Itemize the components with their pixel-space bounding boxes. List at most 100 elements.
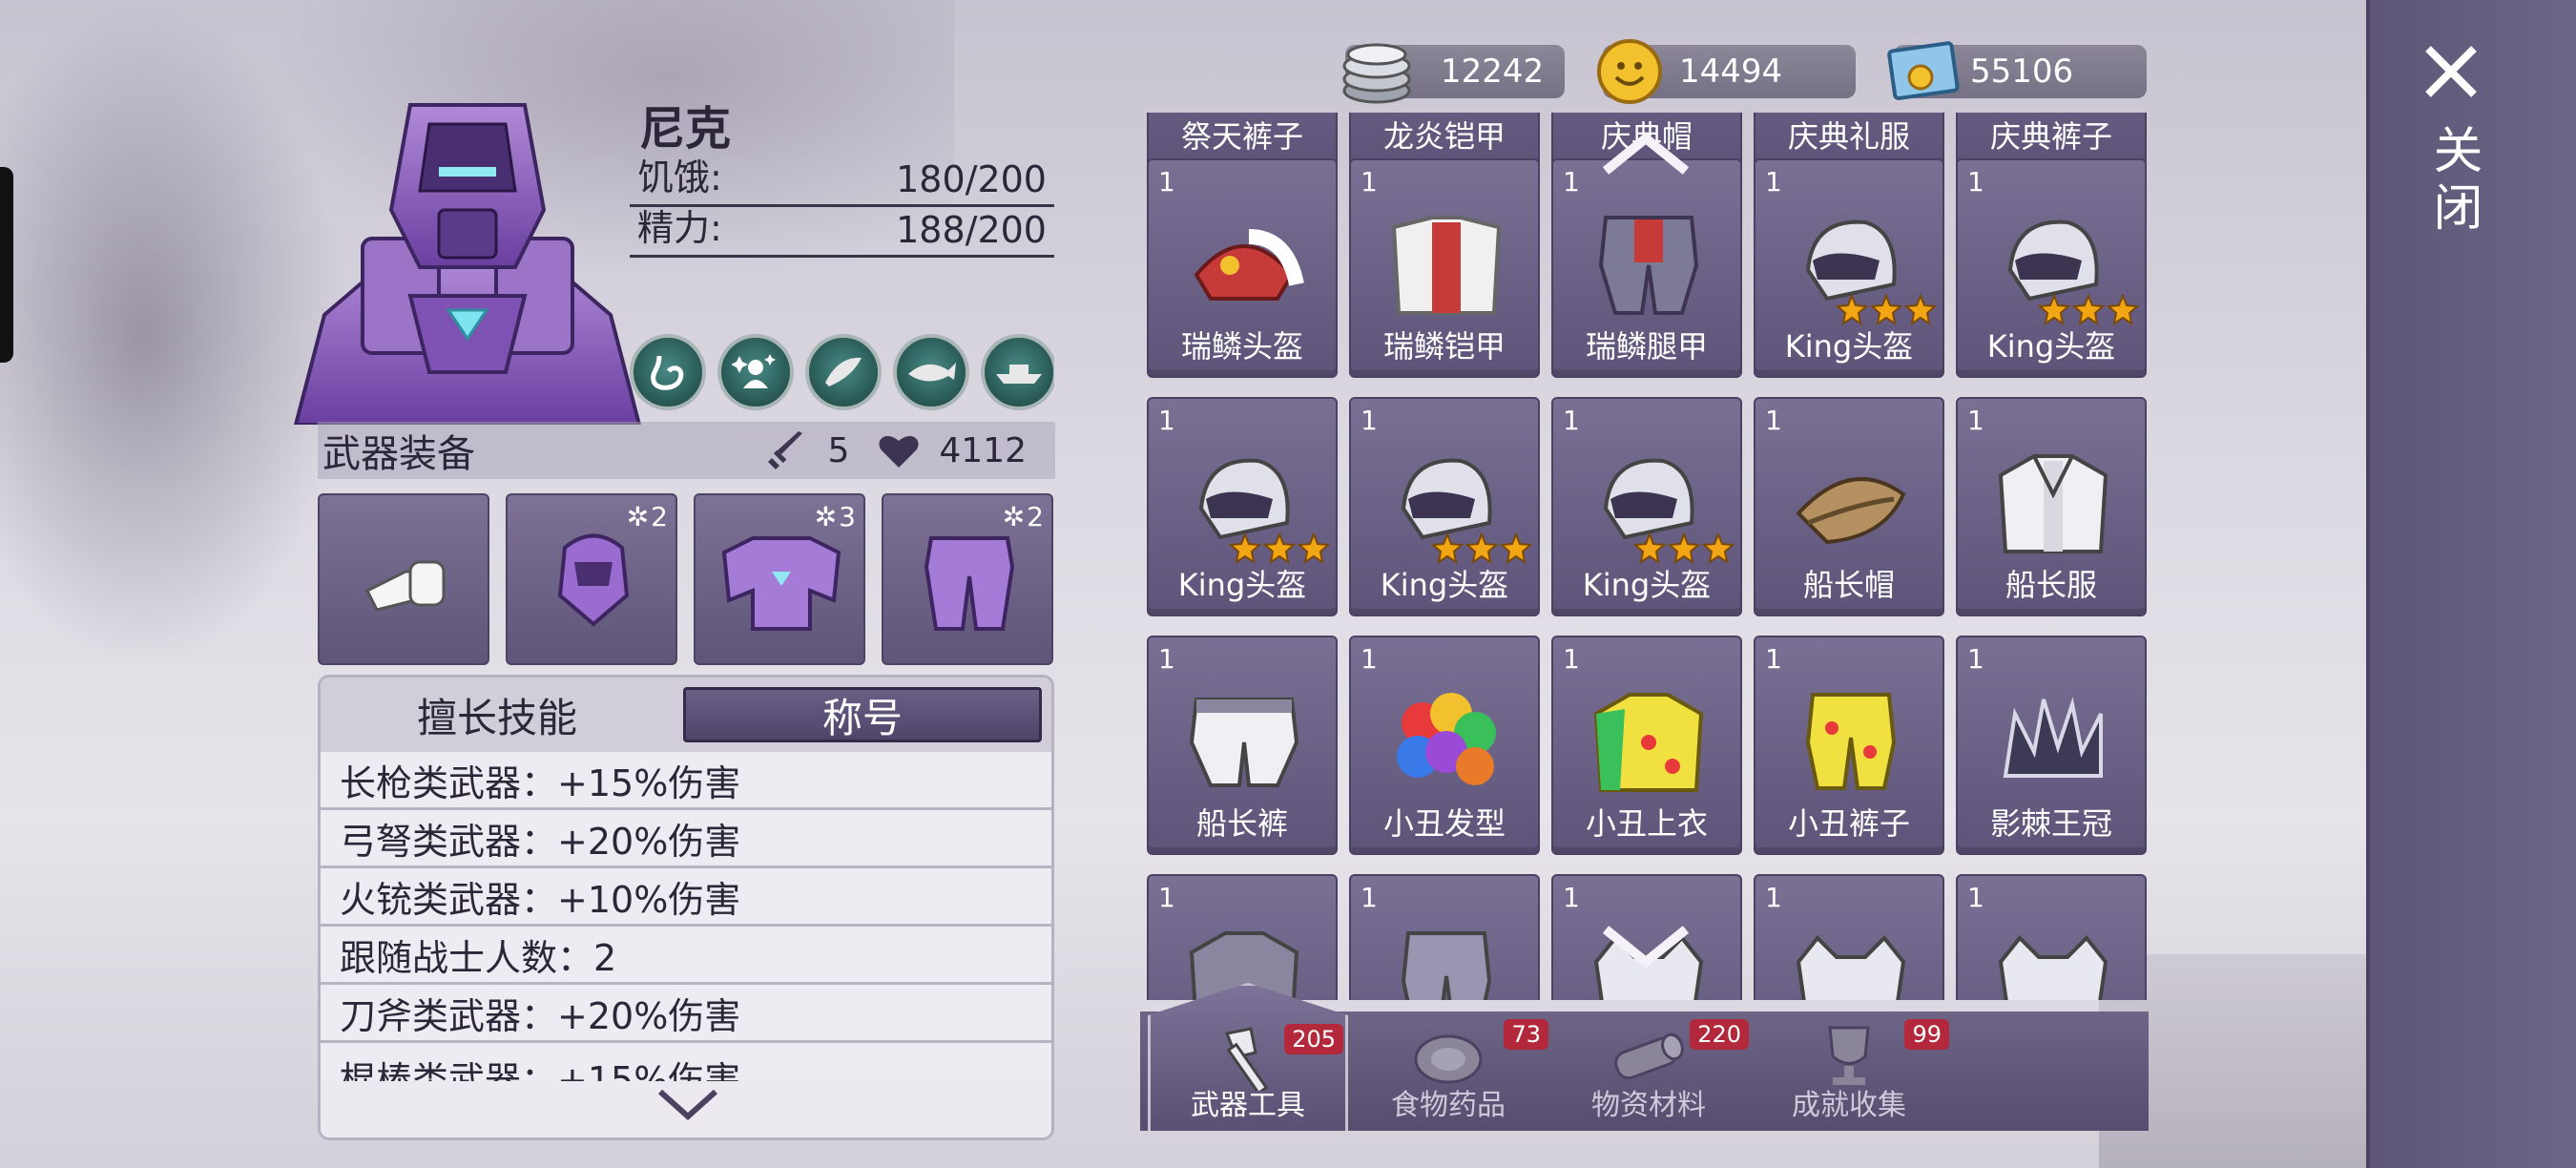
- scroll-down-icon[interactable]: [1598, 924, 1693, 971]
- health-value: 4112: [939, 430, 1027, 470]
- tab-title[interactable]: 称号: [683, 687, 1042, 742]
- star-rating: [1431, 532, 1532, 565]
- feather-icon[interactable]: [805, 334, 882, 410]
- star-icon: [1870, 294, 1902, 326]
- equip-slot-weapon[interactable]: [318, 493, 489, 665]
- silver-value: 12242: [1441, 52, 1545, 91]
- hunger-value: 180/200: [896, 158, 1047, 200]
- inventory-item[interactable]: 1 King头盔: [1349, 397, 1540, 616]
- inventory-item[interactable]: 1 King头盔: [1956, 158, 2147, 378]
- tab-label: 食物药品: [1391, 1089, 1506, 1122]
- skills-panel: 擅长技能 称号 长枪类武器：+15%伤害 弓弩类武器：+20%伤害 火铳类武器：…: [318, 675, 1054, 1140]
- star-icon: [1904, 294, 1937, 326]
- star-icon: [1500, 532, 1532, 565]
- star-icon: [1702, 532, 1735, 565]
- skill-row: 火铳类武器：+10%伤害: [321, 868, 1051, 927]
- tickets: 55106: [1887, 41, 2147, 100]
- equipment-label: 武器装备: [322, 432, 475, 476]
- fist-icon: [364, 560, 446, 612]
- tab-materials[interactable]: 220 物资材料: [1548, 1012, 1749, 1131]
- skill-row: 长枪类武器：+15%伤害: [321, 752, 1051, 810]
- inventory-item[interactable]: 1: [1349, 874, 1540, 1000]
- count-badge: 73: [1504, 1019, 1548, 1050]
- health-stat: 4112: [878, 431, 1027, 470]
- skills-tabs: 擅长技能 称号: [321, 678, 1051, 752]
- star-rating: [1633, 532, 1735, 565]
- inventory-item[interactable]: 1 船长裤: [1147, 636, 1338, 855]
- meat-icon: [1414, 1034, 1483, 1084]
- silver-coin-icon: [1342, 43, 1411, 104]
- inventory-item[interactable]: 1: [1956, 874, 2147, 1000]
- tab-achievements[interactable]: 99 成就收集: [1749, 1012, 1949, 1131]
- edge-handle[interactable]: [0, 167, 13, 363]
- inventory-item[interactable]: 1 小丑上衣: [1551, 636, 1742, 855]
- gold-coins: 14494: [1597, 39, 1856, 104]
- star-rating: [2038, 294, 2139, 326]
- thorn-crown-icon: [2003, 697, 2103, 778]
- tab-label: 成就收集: [1792, 1089, 1906, 1122]
- skill-row: 弓弩类武器：+20%伤害: [321, 810, 1051, 868]
- spiked-armor-icon: [1796, 935, 1906, 1000]
- inventory-item[interactable]: 1 影棘王冠: [1956, 636, 2147, 855]
- close-icon[interactable]: [2422, 43, 2480, 100]
- inventory-item[interactable]: 1 瑞鳞腿甲: [1551, 158, 1742, 378]
- inventory-item[interactable]: 1 瑞鳞头盔: [1147, 158, 1338, 378]
- sword-icon: [768, 431, 803, 469]
- hunger-label: 饥饿:: [637, 156, 722, 198]
- star-icon: [2072, 294, 2105, 326]
- inventory-item[interactable]: 1 瑞鳞铠甲: [1349, 158, 1540, 378]
- tab-food-medicine[interactable]: 73 食物药品: [1348, 1012, 1548, 1131]
- equip-slot-chest[interactable]: ✲ 3: [694, 493, 865, 665]
- close-panel[interactable]: 关闭: [2366, 0, 2576, 1168]
- star-icon: [2107, 294, 2139, 326]
- attack-stat: 5: [766, 429, 849, 471]
- status-effects: [630, 334, 1054, 420]
- star-icon: [1298, 532, 1330, 565]
- inventory-grid: 祭天裤子 龙炎铠甲 庆典帽 庆典礼服 庆典裤子 1 瑞鳞头盔 1 瑞鳞铠甲 1 …: [1145, 113, 2147, 1000]
- inventory-item[interactable]: 1 船长帽: [1754, 397, 1944, 616]
- helmet-icon: [557, 533, 630, 627]
- pants-icon: [1401, 931, 1492, 1000]
- count-badge: 220: [1690, 1019, 1749, 1050]
- chevron-down-icon[interactable]: [654, 1086, 721, 1124]
- energy-label: 精力:: [637, 207, 722, 249]
- tab-label: 武器工具: [1191, 1089, 1305, 1122]
- tab-skills[interactable]: 擅长技能: [321, 678, 674, 752]
- count-badge: 99: [1904, 1019, 1949, 1050]
- close-label[interactable]: 关闭: [2418, 124, 2489, 239]
- fish-icon[interactable]: [893, 334, 969, 410]
- energy-stat: 精力: 188/200: [630, 207, 1054, 258]
- inventory-item[interactable]: 1: [1147, 874, 1338, 1000]
- inventory-item[interactable]: 1 King头盔: [1147, 397, 1338, 616]
- category-bar: 205 武器工具 73 食物药品 220 物资材料 99 成就收集: [1140, 983, 2149, 1131]
- ticket-value: 55106: [1970, 52, 2074, 91]
- helmet-icon: [1194, 229, 1304, 301]
- inventory-item[interactable]: 1: [1754, 874, 1944, 1000]
- boat-icon[interactable]: [981, 334, 1054, 410]
- slot-level: ✲ 3: [814, 501, 856, 532]
- star-icon: [1229, 532, 1261, 565]
- stomach-icon[interactable]: [630, 334, 706, 410]
- inventory-item[interactable]: 1 King头盔: [1551, 397, 1742, 616]
- scroll-up-icon[interactable]: [1598, 129, 1693, 177]
- inventory-item[interactable]: 1 小丑裤子: [1754, 636, 1944, 855]
- inventory-item[interactable]: 1 King头盔: [1754, 158, 1944, 378]
- star-icon: [1668, 532, 1700, 565]
- star-icon: [1431, 532, 1464, 565]
- energy-value: 188/200: [896, 209, 1047, 251]
- equip-slot-helmet[interactable]: ✲ 2: [506, 493, 677, 665]
- attack-value: 5: [827, 430, 850, 470]
- star-icon: [1633, 532, 1666, 565]
- trophy-icon: [1828, 1026, 1870, 1085]
- sparkle-person-icon[interactable]: [717, 334, 794, 410]
- clown-shirt-icon: [1593, 693, 1704, 792]
- star-icon: [1465, 532, 1498, 565]
- tab-weapons-tools[interactable]: 205 武器工具: [1148, 983, 1348, 1131]
- ticket-icon: [1887, 41, 1960, 100]
- equip-slot-legs[interactable]: ✲ 2: [882, 493, 1053, 665]
- skill-row: 跟随战士人数：2: [321, 927, 1051, 985]
- star-icon: [2038, 294, 2070, 326]
- inventory-item[interactable]: 1 船长服: [1956, 397, 2147, 616]
- inventory-item[interactable]: 1 小丑发型: [1349, 636, 1540, 855]
- star-icon: [1836, 294, 1868, 326]
